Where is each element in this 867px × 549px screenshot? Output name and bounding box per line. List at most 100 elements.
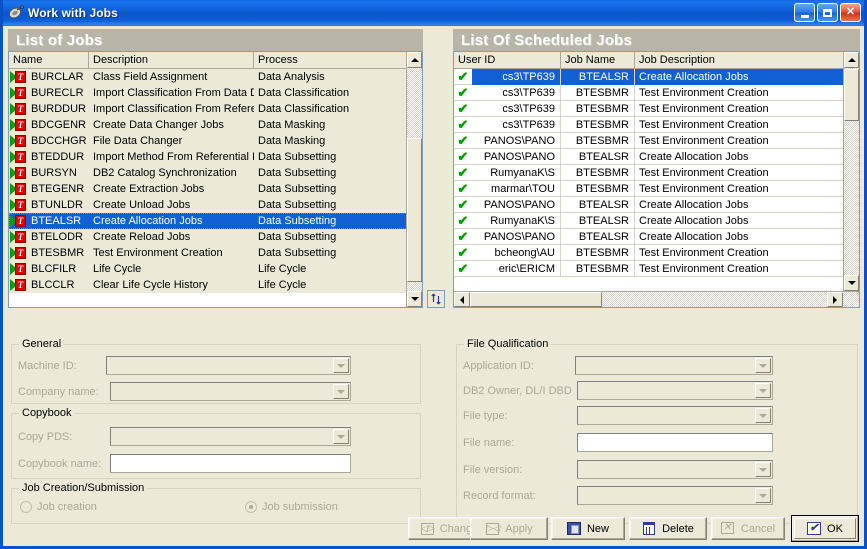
file-version-label: File version: bbox=[463, 463, 522, 477]
table-row[interactable]: ✔bcheong\AUBTESBMRTest Environment Creat… bbox=[454, 245, 859, 261]
scheduled-jobs-rows: ✔cs3\TP639BTEALSRCreate Allocation Jobs✔… bbox=[454, 69, 859, 277]
table-row[interactable]: TBTEALSRCreate Allocation JobsData Subse… bbox=[9, 213, 422, 229]
application-id-combo[interactable] bbox=[575, 356, 773, 375]
column-header-description[interactable]: Description bbox=[89, 52, 254, 68]
scroll-thumb[interactable] bbox=[844, 69, 859, 121]
cell-user-id: PANOS\PANO bbox=[472, 229, 561, 245]
status-check-icon: ✔ bbox=[454, 197, 472, 213]
copy-pds-combo[interactable] bbox=[110, 427, 351, 446]
list-of-jobs-listview[interactable]: Name Description Process TBURCLARClass F… bbox=[8, 51, 423, 308]
file-version-dropdown-button[interactable] bbox=[755, 462, 771, 477]
cell-user-id: PANOS\PANO bbox=[472, 197, 561, 213]
company-name-dropdown-button[interactable] bbox=[333, 384, 349, 399]
record-format-dropdown-button[interactable] bbox=[755, 488, 771, 503]
column-header-process[interactable]: Process bbox=[254, 52, 422, 68]
transfer-job-button[interactable] bbox=[427, 290, 445, 308]
chevron-down-icon bbox=[759, 364, 767, 368]
cell-description: DB2 Catalog Synchronization bbox=[89, 165, 254, 181]
table-row[interactable]: ✔cs3\TP639BTESBMRTest Environment Creati… bbox=[454, 117, 859, 133]
copybook-group-title: Copybook bbox=[19, 407, 75, 419]
cell-name: BDCGENR bbox=[27, 117, 89, 133]
file-version-combo[interactable] bbox=[577, 460, 773, 479]
file-type-combo[interactable] bbox=[577, 406, 773, 425]
company-name-combo[interactable] bbox=[110, 382, 351, 401]
table-row[interactable]: TBLCFILRLife CycleLife Cycle bbox=[9, 261, 422, 277]
scroll-up-button[interactable] bbox=[407, 52, 422, 68]
column-header-user-id[interactable]: User ID bbox=[454, 52, 561, 68]
copybook-name-input[interactable] bbox=[110, 454, 351, 473]
cell-job-name: BTESBMR bbox=[561, 245, 635, 261]
close-button[interactable]: ✕ bbox=[840, 3, 861, 22]
cancel-button[interactable]: ✕ Cancel bbox=[711, 517, 785, 540]
general-group-title: General bbox=[19, 338, 64, 350]
cell-description: Import Method From Referential Integrity bbox=[89, 149, 254, 165]
table-row[interactable]: TBTEDDURImport Method From Referential I… bbox=[9, 149, 422, 165]
new-button[interactable]: New bbox=[551, 517, 625, 540]
table-row[interactable]: ✔RumyanaK\SBTESBMRTest Environment Creat… bbox=[454, 165, 859, 181]
chevron-down-icon bbox=[759, 468, 767, 472]
table-row[interactable]: ✔PANOS\PANOBTESBMRTest Environment Creat… bbox=[454, 133, 859, 149]
table-row[interactable]: ✔cs3\TP639BTESBMRTest Environment Creati… bbox=[454, 101, 859, 117]
db2-owner-combo[interactable] bbox=[577, 381, 773, 400]
cell-job-description: Test Environment Creation bbox=[635, 133, 860, 149]
cell-name: BURDDUR bbox=[27, 101, 89, 117]
table-row[interactable]: ✔PANOS\PANOBTEALSRCreate Allocation Jobs bbox=[454, 229, 859, 245]
table-row[interactable]: TBURSYNDB2 Catalog SynchronizationData S… bbox=[9, 165, 422, 181]
scroll-thumb[interactable] bbox=[407, 138, 422, 282]
file-type-dropdown-button[interactable] bbox=[755, 408, 771, 423]
table-row[interactable]: ✔marmar\TOUBTESBMRTest Environment Creat… bbox=[454, 181, 859, 197]
table-row[interactable]: ✔cs3\TP639BTESBMRTest Environment Creati… bbox=[454, 85, 859, 101]
apply-button[interactable]: ▷◁ Apply bbox=[470, 517, 548, 540]
hscroll-thumb[interactable] bbox=[470, 292, 602, 307]
cell-job-description: Create Allocation Jobs bbox=[635, 229, 860, 245]
application-id-dropdown-button[interactable] bbox=[755, 358, 771, 373]
scheduled-jobs-vertical-scrollbar[interactable] bbox=[843, 52, 859, 291]
general-group: General Machine ID: Company name: bbox=[11, 344, 421, 404]
table-row[interactable]: TBURDDURImport Classification From Refer… bbox=[9, 101, 422, 117]
table-row[interactable]: TBTELODRCreate Reload JobsData Subsettin… bbox=[9, 229, 422, 245]
title-bar[interactable]: Work with Jobs ✕ bbox=[3, 0, 864, 26]
machine-id-dropdown-button[interactable] bbox=[333, 358, 349, 373]
scroll-up-button[interactable] bbox=[844, 52, 859, 68]
table-row[interactable]: ✔PANOS\PANOBTEALSRCreate Allocation Jobs bbox=[454, 149, 859, 165]
table-row[interactable]: ✔RumyanaK\SBTEALSRCreate Allocation Jobs bbox=[454, 213, 859, 229]
db2-owner-dropdown-button[interactable] bbox=[755, 383, 771, 398]
minimize-button[interactable] bbox=[794, 3, 815, 22]
table-row[interactable]: ✔cs3\TP639BTEALSRCreate Allocation Jobs bbox=[454, 69, 859, 85]
new-icon bbox=[567, 522, 582, 536]
table-row[interactable]: TBURCLARClass Field AssignmentData Analy… bbox=[9, 69, 422, 85]
scroll-left-button[interactable] bbox=[454, 292, 470, 307]
column-header-name[interactable]: Name bbox=[9, 52, 89, 68]
scroll-right-button[interactable] bbox=[827, 292, 843, 307]
table-row[interactable]: TBURECLRImport Classification From Data … bbox=[9, 85, 422, 101]
satellite-dish-icon bbox=[8, 5, 24, 21]
list-of-scheduled-jobs-listview[interactable]: User ID Job Name Job Description ✔cs3\TP… bbox=[453, 51, 860, 308]
chevron-down-icon bbox=[337, 364, 345, 368]
scroll-down-button[interactable] bbox=[844, 275, 859, 291]
delete-button[interactable]: Delete bbox=[629, 517, 707, 540]
scroll-down-button[interactable] bbox=[407, 291, 422, 307]
maximize-button[interactable] bbox=[817, 3, 838, 22]
table-row[interactable]: ✔PANOS\PANOBTEALSRCreate Allocation Jobs bbox=[454, 197, 859, 213]
record-format-combo[interactable] bbox=[577, 486, 773, 505]
table-row[interactable]: TBTEGENRCreate Extraction JobsData Subse… bbox=[9, 181, 422, 197]
table-row[interactable]: TBDCGENRCreate Data Changer JobsData Mas… bbox=[9, 117, 422, 133]
table-row[interactable]: TBDCCHGRFile Data ChangerData Masking bbox=[9, 133, 422, 149]
table-row[interactable]: ✔eric\ERICMBTESBMRTest Environment Creat… bbox=[454, 261, 859, 277]
table-row[interactable]: TBTESBMRTest Environment CreationData Su… bbox=[9, 245, 422, 261]
scheduled-jobs-horizontal-scrollbar[interactable] bbox=[454, 291, 859, 307]
column-header-job-name[interactable]: Job Name bbox=[561, 52, 635, 68]
file-name-input[interactable] bbox=[577, 433, 773, 452]
list-of-jobs-vertical-scrollbar[interactable] bbox=[406, 52, 422, 307]
copy-pds-dropdown-button[interactable] bbox=[333, 429, 349, 444]
table-row[interactable]: TBLCCLRClear Life Cycle HistoryLife Cycl… bbox=[9, 277, 422, 293]
cell-job-name: BTESBMR bbox=[561, 165, 635, 181]
table-row[interactable]: TBTUNLDRCreate Unload JobsData Subsettin… bbox=[9, 197, 422, 213]
ok-button[interactable]: ✔ OK bbox=[791, 515, 859, 542]
chevron-up-icon bbox=[411, 58, 419, 62]
column-header-job-description[interactable]: Job Description bbox=[635, 52, 859, 68]
cell-job-name: BTESBMR bbox=[561, 133, 635, 149]
job-type-icon: T bbox=[10, 134, 27, 148]
cell-user-id: cs3\TP639 bbox=[472, 101, 561, 117]
machine-id-combo[interactable] bbox=[106, 356, 351, 375]
